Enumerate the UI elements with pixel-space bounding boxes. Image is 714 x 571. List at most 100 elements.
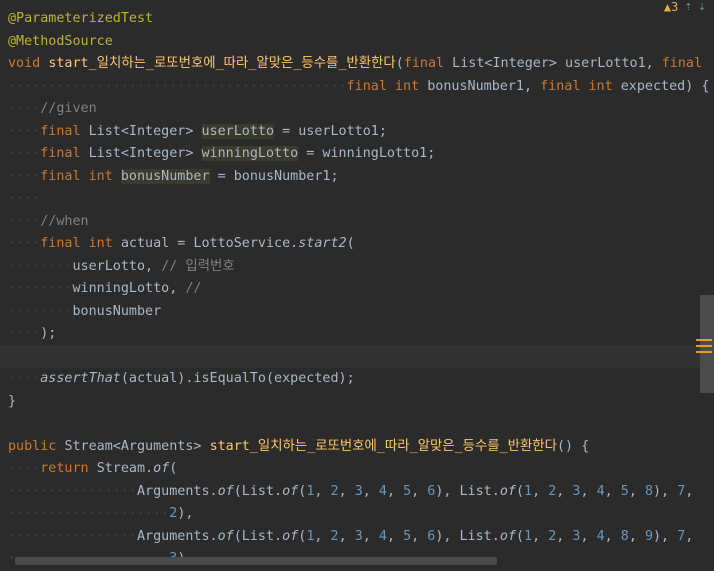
code-token: , xyxy=(685,483,694,499)
code-token: void xyxy=(8,56,49,71)
code-line[interactable]: void start_일치하는_로또번호에_따라_알맞은_등수를_반환한다(fi… xyxy=(8,53,702,76)
code-token: bonusNumber1, xyxy=(427,78,541,94)
code-token: ···· xyxy=(8,191,41,206)
code-token: of xyxy=(217,483,234,499)
code-token: final int xyxy=(346,78,428,94)
code-token: 3 xyxy=(354,483,363,499)
code-token: bonusNumber xyxy=(72,303,162,319)
code-token: bonusNumber xyxy=(120,168,210,184)
horizontal-scrollbar-thumb[interactable] xyxy=(15,557,497,565)
code-line[interactable]: @ParameterizedTest xyxy=(8,8,153,31)
code-token: () { xyxy=(556,438,590,454)
code-token: 1 xyxy=(524,528,533,544)
code-token: , xyxy=(604,483,621,499)
code-line[interactable]: ····final List<Integer> winningLotto = w… xyxy=(8,143,435,166)
code-token: ········ xyxy=(8,303,73,319)
code-line[interactable]: ········userLotto, // 입력번호 xyxy=(8,256,235,279)
code-token: // 입력번호 xyxy=(161,258,235,274)
code-line[interactable]: ····final int actual = LottoService.star… xyxy=(8,233,355,256)
code-token: 2 xyxy=(330,483,339,499)
code-token: ···· xyxy=(8,213,41,229)
code-token: winningLotto xyxy=(201,146,299,161)
code-line[interactable]: ················Arguments.of(List.of(1, … xyxy=(8,526,693,549)
code-line[interactable]: ····final List<Integer> userLotto = user… xyxy=(8,121,387,144)
code-token: , xyxy=(532,483,549,499)
next-highlight-icon[interactable]: ⇣ xyxy=(698,0,706,13)
prev-highlight-icon[interactable]: ⇡ xyxy=(684,0,692,13)
code-token: userLotto, xyxy=(72,258,162,274)
code-token: ···· xyxy=(8,123,41,139)
code-token: , xyxy=(386,483,404,499)
error-stripe-marker[interactable] xyxy=(696,339,712,357)
code-line[interactable]: public Stream<Arguments> start_일치하는_로또번호… xyxy=(8,436,589,459)
code-line[interactable]: ····//given xyxy=(8,98,97,121)
code-line[interactable]: ····assertThat(actual).isEqualTo(expecte… xyxy=(8,368,355,391)
code-token: ········································… xyxy=(8,78,347,94)
code-token: of xyxy=(217,528,234,544)
code-token: ( xyxy=(515,483,524,499)
code-token: 5 xyxy=(403,483,412,499)
code-token: 3 xyxy=(354,528,363,544)
code-line[interactable]: ····return Stream.of( xyxy=(8,458,177,481)
code-token: ), xyxy=(177,506,194,521)
code-token: } xyxy=(8,393,17,409)
code-token: 8 xyxy=(620,528,629,544)
code-token: ( xyxy=(395,56,404,71)
code-line[interactable]: ····················2), xyxy=(8,503,193,526)
code-token: return xyxy=(40,461,97,476)
code-token: 2 xyxy=(330,528,339,544)
code-line[interactable]: ········································… xyxy=(8,76,709,99)
code-token: = bonusNumber1; xyxy=(209,168,339,184)
code-token: 9 xyxy=(644,528,653,544)
code-token: (actual).isEqualTo(expected); xyxy=(120,371,355,386)
code-token: ········ xyxy=(8,281,73,296)
warning-icon[interactable]: ▲3 xyxy=(664,0,678,14)
code-line[interactable]: ····final int bonusNumber = bonusNumber1… xyxy=(8,166,339,189)
code-token: ···· xyxy=(8,461,41,476)
code-token: winningLotto, xyxy=(72,281,186,296)
code-token: , xyxy=(314,528,331,544)
code-token: List<Integer> xyxy=(88,146,202,161)
code-token: final xyxy=(403,56,453,71)
code-token: ); xyxy=(40,326,57,341)
code-line[interactable]: ···· xyxy=(8,188,40,211)
code-line[interactable]: } xyxy=(8,391,16,414)
code-token: ), xyxy=(653,528,678,544)
code-token: final int xyxy=(540,78,621,94)
code-line[interactable]: ····); xyxy=(8,323,56,346)
code-token: userLotto xyxy=(201,123,275,139)
code-token: @ParameterizedTest xyxy=(8,11,154,26)
code-token: start_일치하는_로또번호에_따라_알맞은_등수를_반환한다 xyxy=(209,438,557,454)
code-editor[interactable]: @ParameterizedTest @MethodSource void star… xyxy=(0,0,714,566)
code-token: = winningLotto1; xyxy=(298,146,436,161)
code-token: ···· xyxy=(8,371,41,386)
code-token: //when xyxy=(40,213,89,229)
code-token: assertThat xyxy=(40,371,121,386)
code-token: ), List. xyxy=(435,528,500,544)
code-line[interactable]: @MethodSource xyxy=(8,31,113,54)
code-token: ················ xyxy=(8,483,137,499)
code-line[interactable]: ····//when xyxy=(8,211,89,234)
code-token: , xyxy=(628,483,645,499)
code-token: , xyxy=(411,528,428,544)
code-token: final xyxy=(661,56,703,71)
code-token: ), xyxy=(653,483,678,499)
code-token: expected) { xyxy=(620,78,710,94)
code-token: , xyxy=(628,528,645,544)
current-line-highlight xyxy=(0,345,714,368)
code-token: , xyxy=(580,483,597,499)
code-token: ···· xyxy=(8,146,41,161)
code-token: = userLotto1; xyxy=(274,123,387,139)
code-token: final xyxy=(40,123,89,139)
code-line[interactable]: ········winningLotto, // xyxy=(8,278,202,301)
code-token: , xyxy=(556,483,573,499)
code-token: final xyxy=(40,146,89,161)
code-line[interactable]: ················Arguments.of(List.of(1, … xyxy=(8,481,693,504)
code-token: , xyxy=(411,483,428,499)
code-token: final int xyxy=(40,168,121,184)
inspection-widget[interactable]: ▲3 ⇡ ⇣ xyxy=(664,0,706,14)
code-line[interactable]: ········bonusNumber xyxy=(8,301,161,324)
code-token: ···· xyxy=(8,236,41,251)
code-token: Stream<Arguments> xyxy=(64,438,210,454)
code-token: of xyxy=(153,461,170,476)
